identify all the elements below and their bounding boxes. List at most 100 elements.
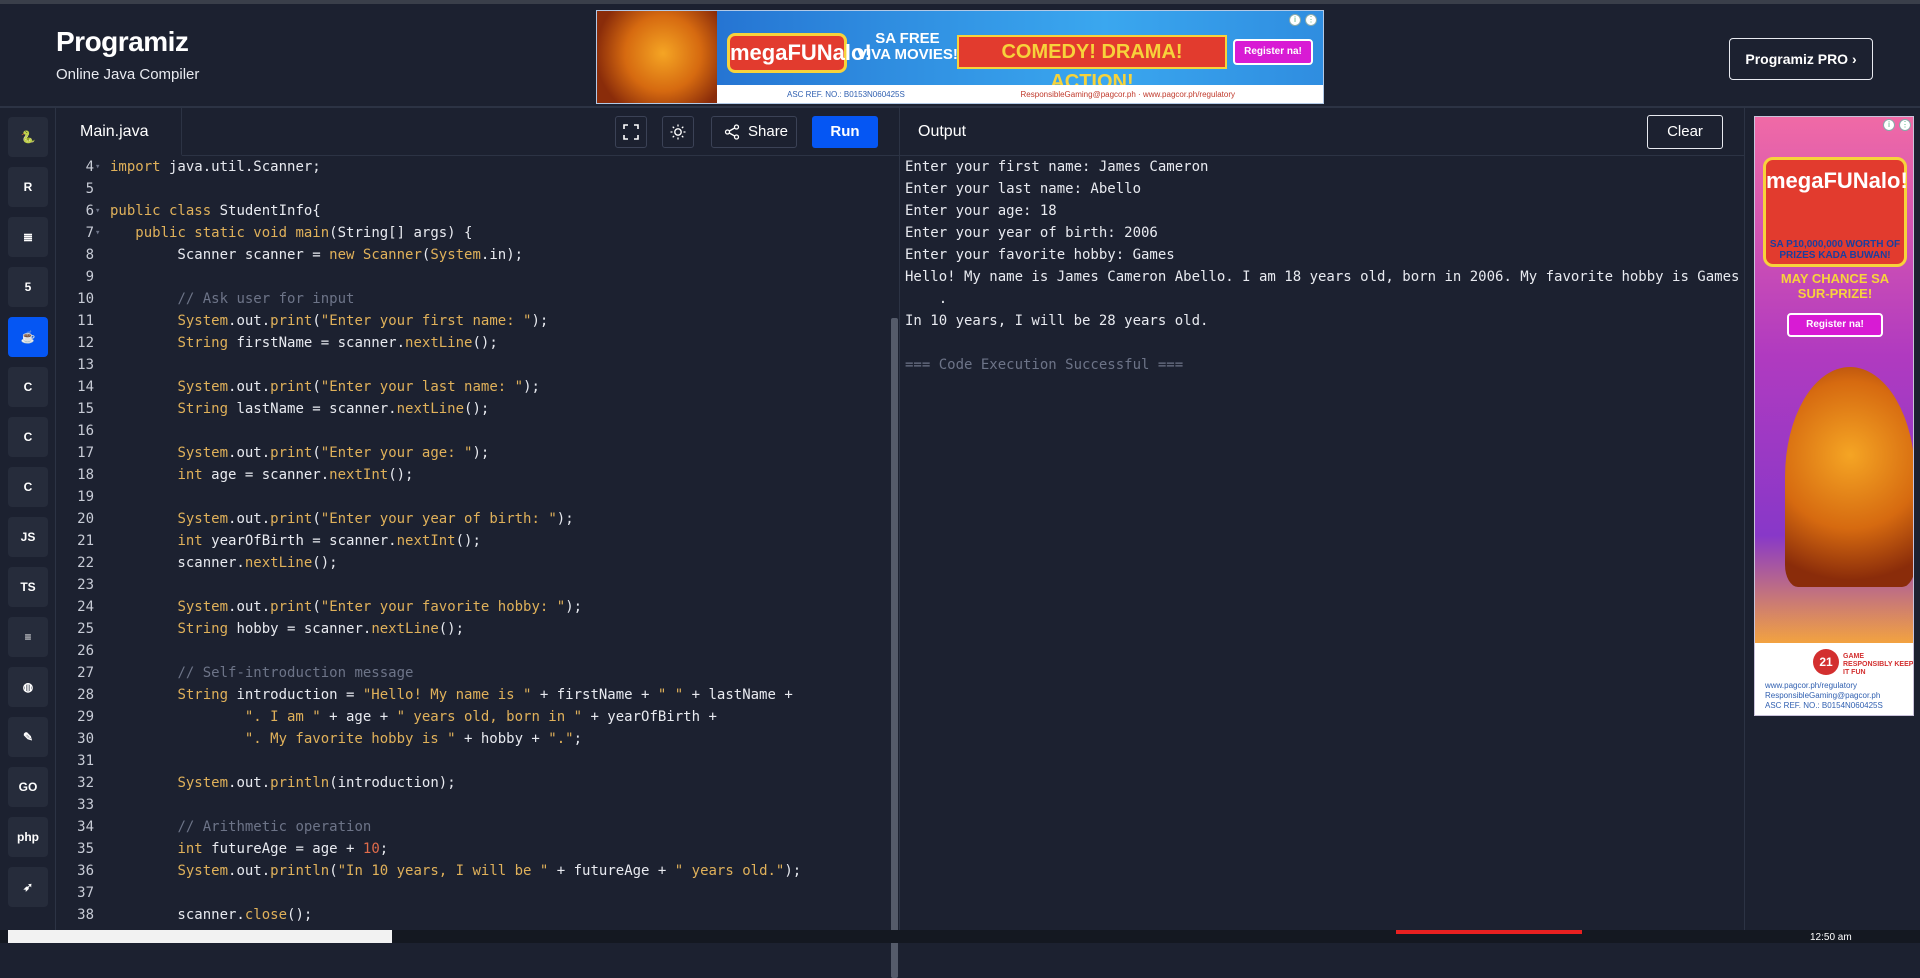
sidebar-item-js[interactable]: JS	[8, 517, 48, 557]
side-ad-link1[interactable]: www.pagcor.ph/regulatory	[1765, 681, 1905, 691]
output-title: Output	[918, 123, 967, 140]
code-text: // Self-introduction message	[177, 665, 414, 681]
ad-close-icon[interactable]: ⋮	[1305, 14, 1317, 26]
c-icon: C	[23, 380, 33, 394]
ad-asc-ref: ASC REF. NO.: B0153N060425S	[787, 90, 905, 99]
editor-scrollbar-thumb[interactable]	[891, 318, 898, 978]
output-line: Enter your last name: Abello	[905, 181, 1142, 197]
fold-arrow-icon[interactable]: ▾	[95, 222, 100, 244]
side-ad-chance-text: MAY CHANCE SA SUR-PRIZE!	[1780, 271, 1890, 301]
code-line[interactable]: 14 System.out.print("Enter your last nam…	[56, 376, 899, 398]
code-line[interactable]: 9	[56, 266, 899, 288]
code-text: int age = scanner.nextInt();	[177, 467, 414, 483]
code-line[interactable]: 26	[56, 640, 899, 662]
line-number: 19	[77, 489, 94, 505]
output-console[interactable]: Enter your first name: James Cameron Ente…	[905, 156, 1743, 376]
code-line[interactable]: 33	[56, 794, 899, 816]
code-line[interactable]: 20 System.out.print("Enter your year of …	[56, 508, 899, 530]
ad-free-line2: VIVA MOVIES!	[857, 46, 958, 63]
language-sidebar: 🐍 R ≣ 5 ☕ C C C JS TS ≡ ◍ ✎ GO php ➶	[0, 108, 56, 943]
top-banner-ad[interactable]: megaFUNalo! SA FREE VIVA MOVIES! COMEDY!…	[596, 10, 1324, 104]
code-line[interactable]: 38 scanner.close();	[56, 904, 899, 926]
code-line[interactable]: 7 ▾ public static void main(String[] args…	[56, 222, 899, 244]
fullscreen-button[interactable]	[615, 116, 647, 148]
sidebar-item-cpp[interactable]: C	[8, 417, 48, 457]
code-line[interactable]: 4 ▾ import java.util.Scanner;	[56, 156, 899, 178]
code-text: scanner.close();	[110, 907, 313, 923]
code-line[interactable]: 29 ". I am " + age + " years old, born i…	[56, 706, 899, 728]
code-line[interactable]: 28 String introduction = "Hello! My name…	[56, 684, 899, 706]
sidebar-item-swift[interactable]: ➶	[8, 867, 48, 907]
code-line[interactable]: 5	[56, 178, 899, 200]
theme-toggle-button[interactable]	[662, 116, 694, 148]
sidebar-item-csharp[interactable]: C	[8, 467, 48, 507]
sidebar-item-ts[interactable]: TS	[8, 567, 48, 607]
code-line[interactable]: 32 System.out.println(introduction);	[56, 772, 899, 794]
code-line[interactable]: 22 scanner.nextLine();	[56, 552, 899, 574]
fold-arrow-icon[interactable]: ▾	[95, 200, 100, 222]
sidebar-item-sql[interactable]: ≣	[8, 217, 48, 257]
taskbar-search[interactable]	[8, 930, 392, 943]
code-text: String firstName = scanner.nextLine();	[177, 335, 498, 351]
code-line[interactable]: 27 // Self-introduction message	[56, 662, 899, 684]
programiz-logo[interactable]: Programiz	[56, 26, 189, 58]
code-area[interactable]: 4 ▾ import java.util.Scanner; 5 6 ▾ public cla…	[56, 156, 899, 943]
side-ad-close-icon[interactable]: ⋮	[1899, 119, 1911, 131]
sidebar-item-java[interactable]: ☕	[8, 317, 48, 357]
ad-info-icon[interactable]: i	[1289, 14, 1301, 26]
code-line[interactable]: 8 Scanner scanner = new Scanner(System.i…	[56, 244, 899, 266]
code-line[interactable]: 23	[56, 574, 899, 596]
code-line[interactable]: 31	[56, 750, 899, 772]
code-line[interactable]: 16	[56, 420, 899, 442]
line-number: 27	[77, 665, 94, 681]
code-line[interactable]: 12 String firstName = scanner.nextLine()…	[56, 332, 899, 354]
execution-status: === Code Execution Successful ===	[905, 357, 1184, 373]
sidebar-item-draw[interactable]: ✎	[8, 717, 48, 757]
tab-main-java[interactable]: Main.java	[56, 108, 182, 156]
code-text: scanner.nextLine();	[110, 555, 338, 571]
run-button[interactable]: Run	[812, 116, 878, 148]
code-line[interactable]: 18 int age = scanner.nextInt();	[56, 464, 899, 486]
code-line[interactable]: 17 System.out.print("Enter your age: ");	[56, 442, 899, 464]
clear-button[interactable]: Clear	[1647, 115, 1723, 149]
line-number: 4	[85, 159, 94, 175]
code-line[interactable]: 6 ▾ public class StudentInfo{	[56, 200, 899, 222]
code-line[interactable]: 10 // Ask user for input	[56, 288, 899, 310]
code-line[interactable]: 11 System.out.print("Enter your first na…	[56, 310, 899, 332]
sidebar-item-ruby[interactable]: ◍	[8, 667, 48, 707]
output-line: Enter your age: 18	[905, 203, 1057, 219]
code-line[interactable]: 34 // Arithmetic operation	[56, 816, 899, 838]
sidebar-item-golang[interactable]: GO	[8, 767, 48, 807]
programiz-pro-button[interactable]: Programiz PRO ›	[1729, 38, 1873, 80]
code-line[interactable]: 30 ". My favorite hobby is " + hobby + "…	[56, 728, 899, 750]
code-line[interactable]: 35 int futureAge = age + 10;	[56, 838, 899, 860]
code-line[interactable]: 19	[56, 486, 899, 508]
code-line[interactable]: 37	[56, 882, 899, 904]
line-number: 29	[77, 709, 94, 725]
code-line[interactable]: 36 System.out.println("In 10 years, I wi…	[56, 860, 899, 882]
side-ad-info-icon[interactable]: i	[1883, 119, 1895, 131]
sidebar-item-go[interactable]: ≡	[8, 617, 48, 657]
sidebar-item-html[interactable]: 5	[8, 267, 48, 307]
ad-register-button[interactable]: Register na!	[1233, 39, 1313, 65]
side-ad-register-button[interactable]: Register na!	[1787, 313, 1883, 337]
code-line[interactable]: 13	[56, 354, 899, 376]
ad-mega-logo: megaFUNalo!	[727, 33, 872, 73]
line-number: 35	[77, 841, 94, 857]
side-ad-link2[interactable]: ResponsibleGaming@pagcor.ph	[1765, 691, 1905, 701]
fold-arrow-icon[interactable]: ▾	[95, 156, 100, 178]
share-button[interactable]: Share	[711, 116, 797, 148]
code-line[interactable]: 15 String lastName = scanner.nextLine();	[56, 398, 899, 420]
code-line[interactable]: 21 int yearOfBirth = scanner.nextInt();	[56, 530, 899, 552]
sidebar-item-r[interactable]: R	[8, 167, 48, 207]
database-icon: ≣	[22, 230, 34, 244]
code-text: public class StudentInfo{	[110, 203, 321, 219]
code-line[interactable]: 25 String hobby = scanner.nextLine();	[56, 618, 899, 640]
output-line: Enter your year of birth: 2006	[905, 225, 1158, 241]
sidebar-item-c[interactable]: C	[8, 367, 48, 407]
sidebar-item-php[interactable]: php	[8, 817, 48, 857]
code-line[interactable]: 24 System.out.print("Enter your favorite…	[56, 596, 899, 618]
sidebar-item-python[interactable]: 🐍	[8, 117, 48, 157]
side-banner-ad[interactable]: megaFUNalo! SA P10,000,000 WORTH OF PRIZ…	[1754, 116, 1914, 716]
code-text: System.out.print("Enter your last name: …	[177, 379, 540, 395]
